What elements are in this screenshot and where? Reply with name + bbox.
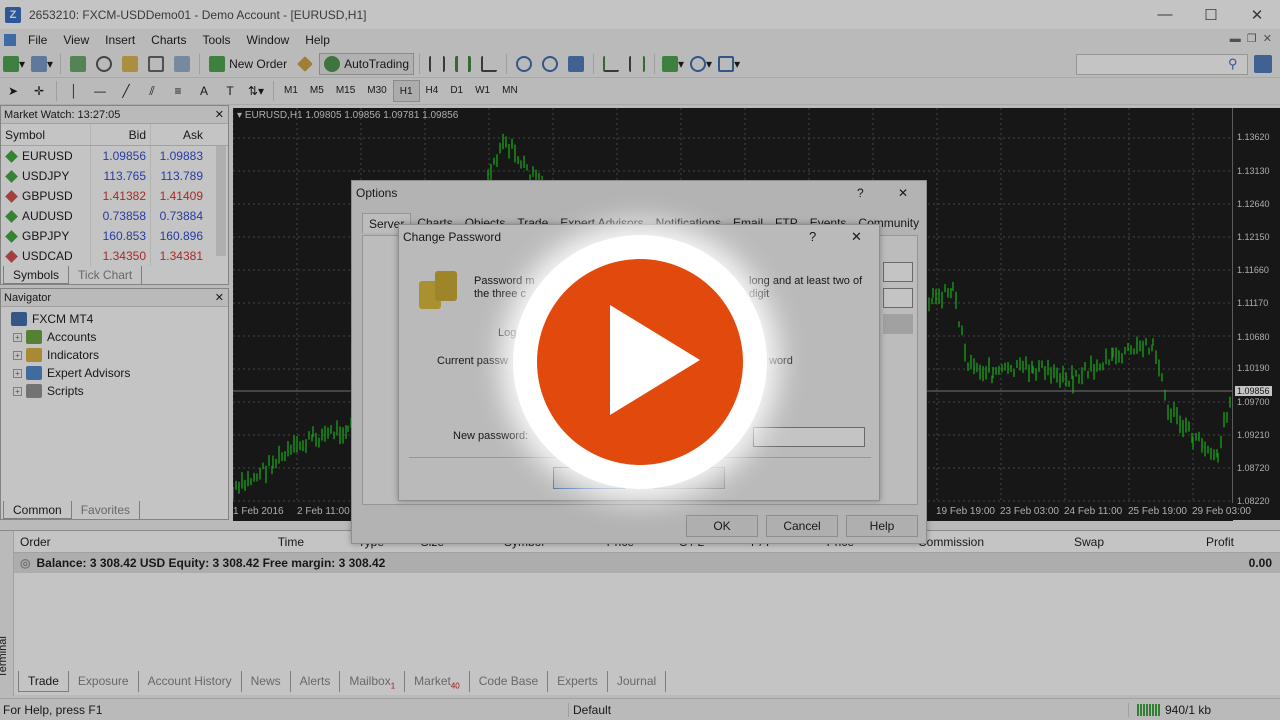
play-icon[interactable] <box>610 305 700 415</box>
